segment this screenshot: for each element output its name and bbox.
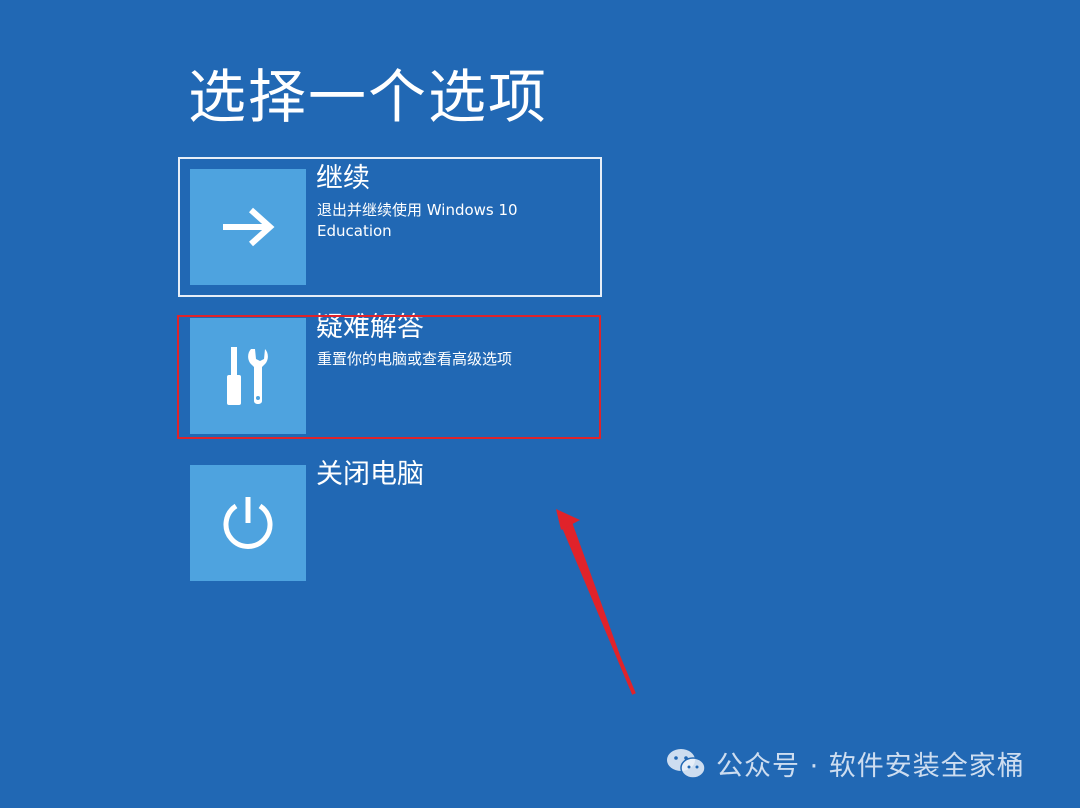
continue-tile	[190, 169, 306, 285]
tools-icon	[227, 347, 268, 405]
shutdown-title: 关闭电脑	[316, 459, 424, 490]
continue-description: 退出并继续使用 Windows 10 Education	[317, 201, 518, 240]
troubleshoot-option[interactable]: 疑难解答 重置你的电脑或查看高级选项	[178, 306, 602, 446]
watermark-text: 公众号 · 软件安装全家桶	[716, 751, 1025, 782]
page-title: 选择一个选项	[188, 63, 549, 131]
troubleshoot-tile	[190, 318, 306, 434]
arrow-right-icon	[223, 207, 275, 247]
power-icon	[223, 497, 273, 549]
continue-option[interactable]: 继续 退出并继续使用 Windows 10 Education	[178, 157, 602, 297]
wechat-icon	[667, 748, 706, 779]
continue-title: 继续	[316, 163, 370, 194]
shutdown-option[interactable]: 关闭电脑	[178, 453, 602, 593]
troubleshoot-description: 重置你的电脑或查看高级选项	[317, 350, 513, 368]
watermark: 公众号 · 软件安装全家桶	[666, 744, 1025, 783]
troubleshoot-title: 疑难解答	[316, 312, 424, 343]
shutdown-tile	[190, 465, 306, 581]
